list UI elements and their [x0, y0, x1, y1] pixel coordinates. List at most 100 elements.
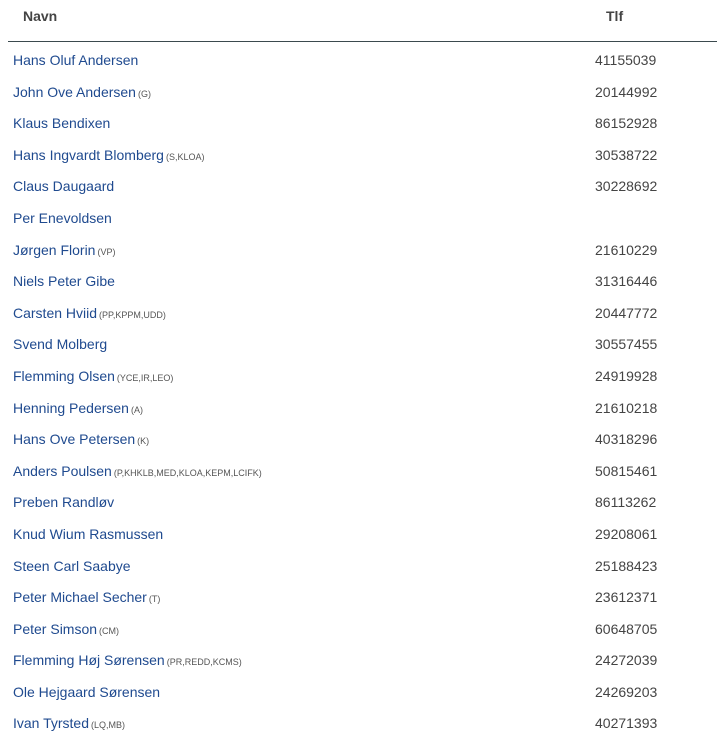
- member-name-link[interactable]: Hans Oluf Andersen: [13, 52, 140, 68]
- member-roles: (S,KLOA): [165, 151, 205, 162]
- table-row: Carsten Hviid (PP,KPPM,UDD) 20447772: [8, 297, 717, 329]
- member-name-link[interactable]: Steen Carl Saabye: [13, 558, 133, 574]
- member-roles: (CM): [99, 625, 120, 636]
- member-name: Svend Molberg: [13, 336, 108, 353]
- table-row: John Ove Andersen (G) 20144992: [8, 76, 717, 108]
- member-name-link[interactable]: Hans Ove Petersen (K): [13, 431, 149, 447]
- member-phone: 31316446: [595, 273, 658, 290]
- member-name: Jørgen Florin: [13, 241, 96, 258]
- member-roles: (P,KHKLB,MED,KLOA,KEPM,LCIFK): [113, 467, 262, 478]
- member-name: John Ove Andersen: [13, 83, 136, 100]
- member-name-link[interactable]: Hans Ingvardt Blomberg (S,KLOA): [13, 147, 204, 163]
- member-name-link[interactable]: Ivan Tyrsted (LQ,MB): [13, 715, 125, 731]
- member-name: Anders Poulsen: [13, 462, 112, 479]
- member-name: Claus Daugaard: [13, 178, 115, 195]
- member-name: Flemming Høj Sørensen: [13, 652, 165, 669]
- table-row: Anders Poulsen (P,KHKLB,MED,KLOA,KEPM,LCI…: [8, 455, 717, 487]
- member-name-link[interactable]: Ole Hejgaard Sørensen: [13, 684, 162, 700]
- member-name-link[interactable]: Svend Molberg: [13, 336, 109, 352]
- member-name-link[interactable]: Per Enevoldsen: [13, 210, 114, 226]
- member-phone: 30557455: [595, 336, 658, 353]
- member-phone: 40318296: [595, 431, 658, 448]
- table-row: Flemming Høj Sørensen (PR,REDD,KCMS) 2427…: [8, 644, 717, 676]
- table-row: Klaus Bendixen 86152928: [8, 107, 717, 139]
- member-name: Per Enevoldsen: [13, 209, 112, 226]
- member-name: Preben Randløv: [13, 494, 115, 511]
- table-row: Ivan Tyrsted (LQ,MB) 40271393: [8, 707, 717, 739]
- member-name: Hans Ingvardt Blomberg: [13, 146, 164, 163]
- member-phone: 20144992: [595, 83, 658, 100]
- member-name-link[interactable]: Preben Randløv: [13, 494, 116, 510]
- member-phone: 50815461: [595, 462, 658, 479]
- member-roles: (LQ,MB): [91, 720, 126, 731]
- table-row: Ole Hejgaard Sørensen 24269203: [8, 676, 717, 708]
- member-phone: 21610218: [595, 399, 658, 416]
- member-name-link[interactable]: Henning Pedersen (A): [13, 400, 143, 416]
- table-row: Peter Michael Secher (T) 23612371: [8, 581, 717, 613]
- member-name: Peter Michael Secher: [13, 589, 147, 606]
- table-row: Svend Molberg 30557455: [8, 328, 717, 360]
- member-name: Hans Oluf Andersen: [13, 52, 139, 68]
- column-header-name: Navn: [23, 8, 58, 24]
- member-roles: (A): [130, 404, 143, 415]
- table-row: Per Enevoldsen: [8, 202, 717, 234]
- table-row: Flemming Olsen (YCE,IR,LEO) 24919928: [8, 360, 717, 392]
- member-name: Carsten Hviid: [13, 304, 98, 321]
- member-name-link[interactable]: Peter Simson (CM): [13, 621, 119, 637]
- members-table: Navn Tlf Hans Oluf Andersen 41155039 Joh…: [8, 0, 717, 739]
- member-name-link[interactable]: Flemming Olsen (YCE,IR,LEO): [13, 368, 173, 384]
- member-name: Ivan Tyrsted: [13, 715, 90, 732]
- member-phone: 24919928: [595, 367, 658, 384]
- table-row: Henning Pedersen (A) 21610218: [8, 392, 717, 424]
- member-roles: (VP): [97, 246, 116, 257]
- member-name-link[interactable]: Klaus Bendixen: [13, 115, 112, 131]
- table-header: Navn Tlf: [8, 0, 717, 42]
- member-roles: (T): [148, 594, 161, 605]
- table-body: Hans Oluf Andersen 41155039 John Ove And…: [8, 44, 717, 739]
- member-name-link[interactable]: Knud Wium Rasmussen: [13, 526, 165, 542]
- table-row: Peter Simson (CM) 60648705: [8, 613, 717, 645]
- member-phone: 24272039: [595, 652, 658, 669]
- member-name: Ole Hejgaard Sørensen: [13, 683, 161, 700]
- member-phone: 24269203: [595, 683, 658, 700]
- member-name: Peter Simson: [13, 620, 98, 637]
- member-name-link[interactable]: Flemming Høj Sørensen (PR,REDD,KCMS): [13, 652, 242, 668]
- member-name: Henning Pedersen: [13, 399, 129, 416]
- member-name: Steen Carl Saabye: [13, 557, 131, 574]
- member-name-link[interactable]: Anders Poulsen (P,KHKLB,MED,KLOA,KEPM,LCI…: [13, 463, 262, 479]
- member-name: Niels Peter Gibe: [13, 273, 115, 290]
- table-row: Hans Ingvardt Blomberg (S,KLOA) 30538722: [8, 139, 717, 171]
- member-phone: 30228692: [595, 178, 658, 195]
- member-name-link[interactable]: Claus Daugaard: [13, 178, 116, 194]
- member-name-link[interactable]: Jørgen Florin (VP): [13, 242, 115, 258]
- member-phone: 86113262: [595, 494, 657, 511]
- column-header-phone: Tlf: [606, 8, 624, 24]
- member-roles: (G): [137, 88, 151, 99]
- table-row: Knud Wium Rasmussen 29208061: [8, 518, 717, 550]
- table-row: Steen Carl Saabye 25188423: [8, 550, 717, 582]
- member-phone: 29208061: [595, 525, 658, 542]
- member-roles: (PP,KPPM,UDD): [99, 309, 166, 320]
- member-roles: (YCE,IR,LEO): [116, 372, 174, 383]
- member-phone: 30538722: [595, 146, 658, 163]
- member-name-link[interactable]: Carsten Hviid (PP,KPPM,UDD): [13, 305, 166, 321]
- table-row: Jørgen Florin (VP) 21610229: [8, 234, 717, 266]
- table-row: Hans Ove Petersen (K) 40318296: [8, 423, 717, 455]
- member-phone: 86152928: [595, 115, 658, 132]
- member-name-link[interactable]: Niels Peter Gibe: [13, 273, 117, 289]
- member-name-link[interactable]: John Ove Andersen (G): [13, 84, 151, 100]
- member-name: Klaus Bendixen: [13, 115, 111, 132]
- member-phone: 25188423: [595, 557, 658, 574]
- member-name-link[interactable]: Peter Michael Secher (T): [13, 589, 160, 605]
- member-name: Flemming Olsen: [13, 367, 115, 384]
- member-phone: 60648705: [595, 620, 658, 637]
- member-roles: (K): [137, 436, 150, 447]
- member-phone: 20447772: [595, 304, 658, 321]
- member-phone: 41155039: [595, 52, 657, 68]
- table-row: Niels Peter Gibe 31316446: [8, 265, 717, 297]
- member-roles: (PR,REDD,KCMS): [166, 657, 242, 668]
- member-phone: 21610229: [595, 241, 658, 258]
- table-row: Claus Daugaard 30228692: [8, 170, 717, 202]
- member-phone: 40271393: [595, 715, 658, 732]
- table-row: Hans Oluf Andersen 41155039: [8, 44, 717, 76]
